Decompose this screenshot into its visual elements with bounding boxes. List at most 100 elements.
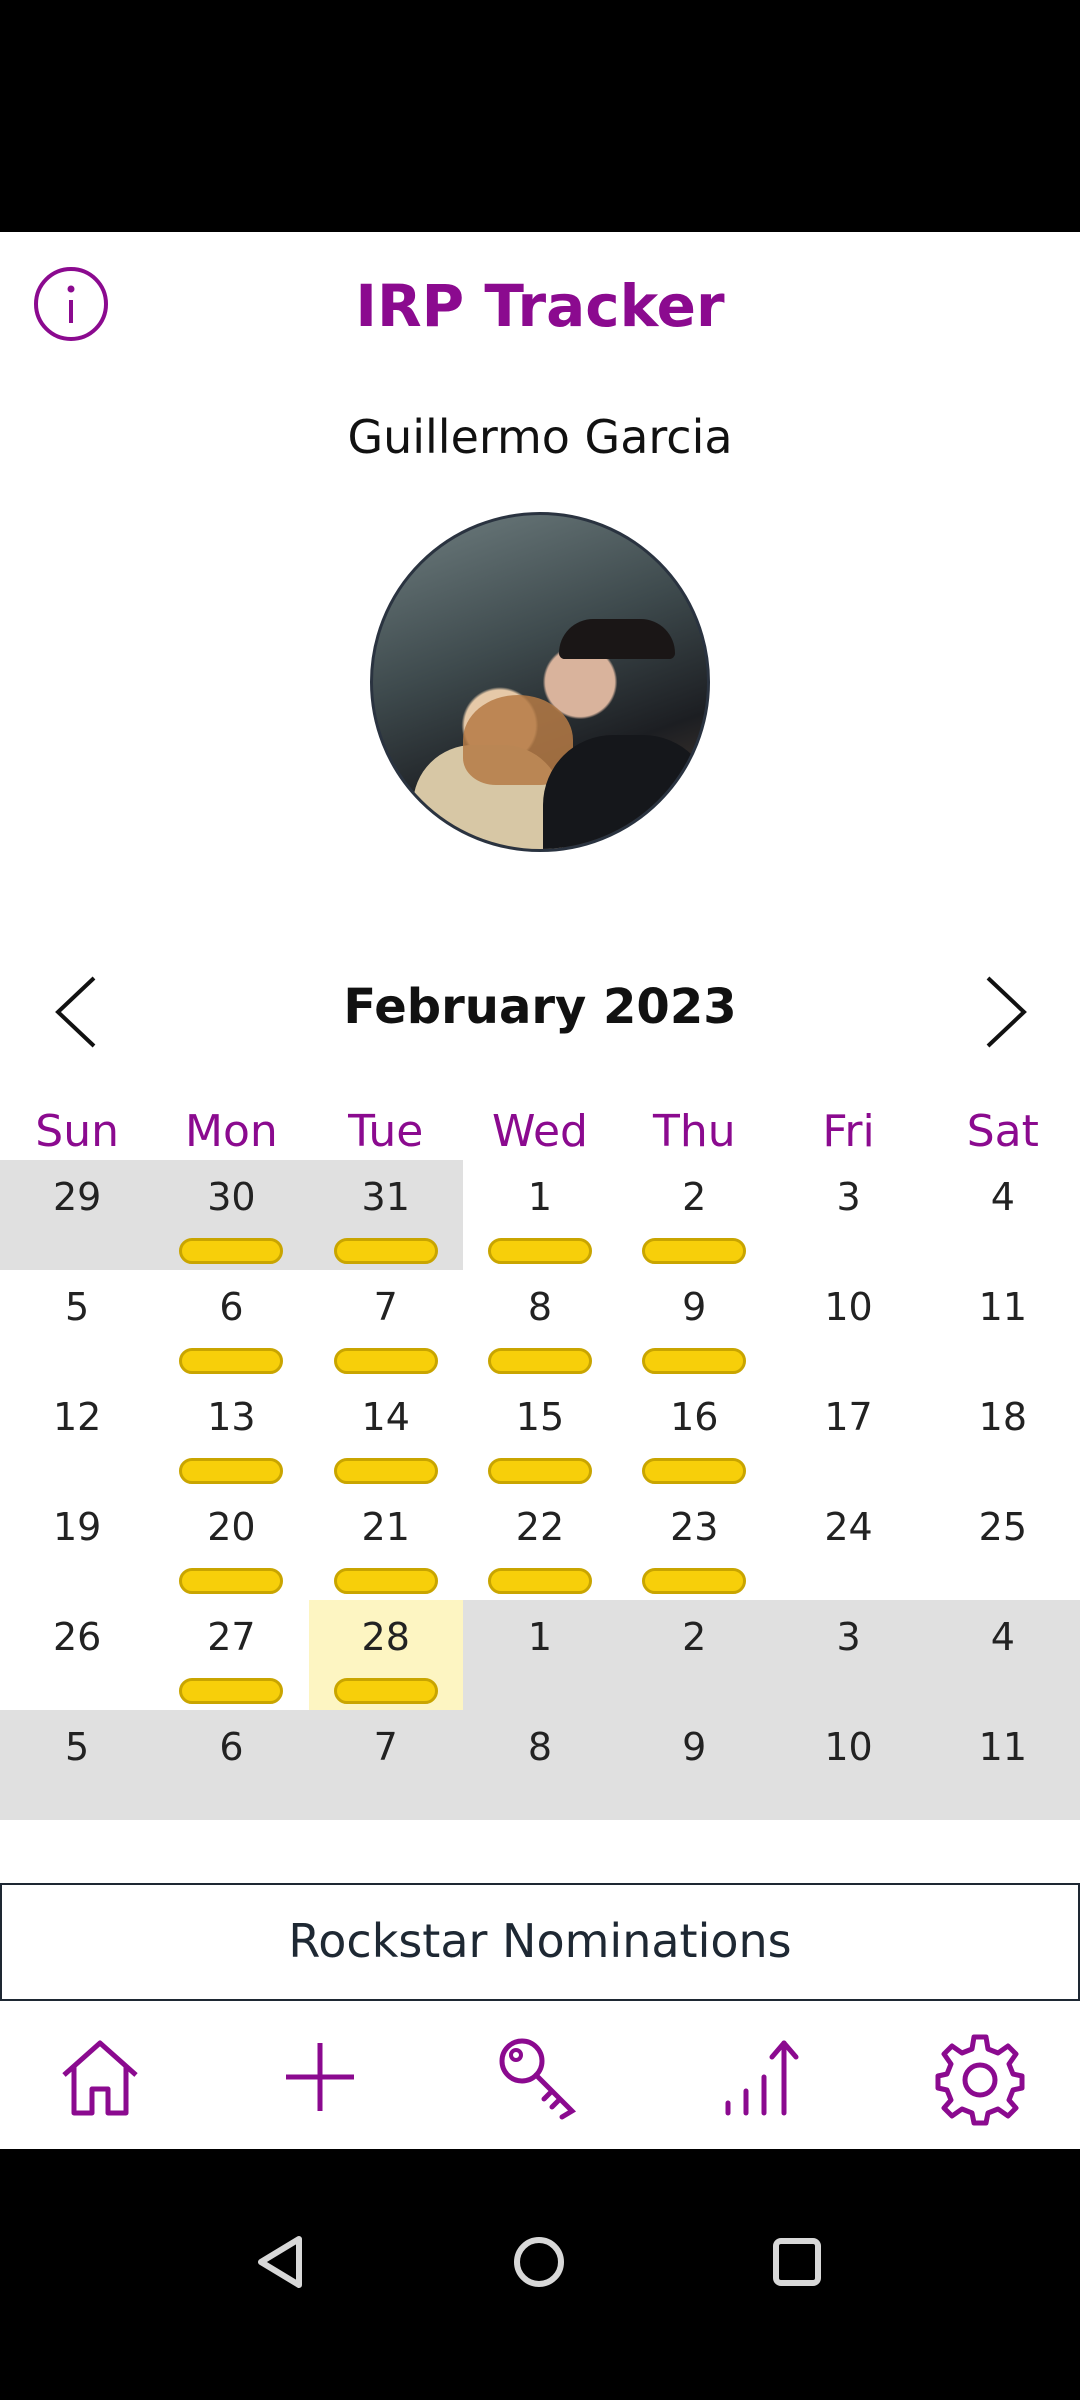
tab-add[interactable] <box>270 2027 370 2127</box>
calendar-day[interactable]: 6 <box>154 1270 309 1380</box>
calendar-day[interactable]: 11 <box>925 1270 1080 1380</box>
day-number: 11 <box>978 1725 1027 1769</box>
calendar-day[interactable]: 29 <box>0 1160 155 1270</box>
calendar-day[interactable]: 22 <box>462 1490 618 1600</box>
calendar-day[interactable]: 31 <box>308 1160 463 1270</box>
user-name: Guillermo Garcia <box>347 410 733 464</box>
calendar-day[interactable]: 14 <box>308 1380 463 1490</box>
home-icon <box>62 2040 138 2116</box>
day-number: 1 <box>527 1615 553 1659</box>
calendar-day[interactable]: 23 <box>617 1490 772 1600</box>
back-triangle-icon <box>258 2236 302 2288</box>
calendar-day[interactable]: 26 <box>0 1600 155 1710</box>
calendar-day[interactable]: 1 <box>462 1160 618 1270</box>
calendar-day[interactable]: 16 <box>617 1380 772 1490</box>
chart-icon <box>725 2040 799 2116</box>
calendar-day[interactable]: 7 <box>308 1710 463 1820</box>
day-number: 9 <box>682 1285 707 1329</box>
home-system-button[interactable] <box>504 2227 574 2297</box>
calendar-day[interactable]: 3 <box>771 1160 926 1270</box>
day-number: 8 <box>527 1725 553 1769</box>
calendar-day[interactable]: 9 <box>617 1270 772 1380</box>
calendar-week-row: 5 6 7 8 9 10 11 <box>0 1710 1080 1820</box>
calendar-day[interactable]: 18 <box>925 1380 1080 1490</box>
day-number: 5 <box>65 1285 90 1329</box>
day-number: 25 <box>978 1505 1027 1549</box>
calendar-day[interactable]: 2 <box>617 1160 772 1270</box>
calendar-day[interactable]: 7 <box>308 1270 463 1380</box>
calendar-day[interactable]: 17 <box>771 1380 926 1490</box>
avatar[interactable] <box>370 512 710 852</box>
calendar-day[interactable]: 15 <box>462 1380 618 1490</box>
entry-indicator <box>179 1348 284 1374</box>
day-number: 7 <box>373 1725 398 1769</box>
tab-stats[interactable] <box>710 2027 810 2127</box>
calendar-day[interactable]: 11 <box>925 1710 1080 1820</box>
calendar-day[interactable]: 1 <box>462 1600 618 1710</box>
day-number: 22 <box>515 1505 565 1549</box>
entry-indicator <box>333 1348 438 1374</box>
calendar-day[interactable]: 30 <box>154 1160 309 1270</box>
calendar-day[interactable]: 21 <box>308 1490 463 1600</box>
entry-indicator <box>333 1458 438 1484</box>
entry-indicator <box>179 1238 284 1264</box>
day-number: 21 <box>361 1505 410 1549</box>
calendar-day[interactable]: 4 <box>925 1160 1080 1270</box>
calendar-day[interactable]: 2 <box>617 1600 772 1710</box>
day-number: 24 <box>824 1505 873 1549</box>
day-number: 8 <box>527 1285 553 1329</box>
day-number: 30 <box>207 1175 256 1219</box>
day-number: 19 <box>52 1505 102 1549</box>
day-number: 20 <box>207 1505 256 1549</box>
day-number: 2 <box>682 1615 707 1659</box>
calendar-day[interactable]: 10 <box>771 1710 926 1820</box>
calendar-day[interactable]: 4 <box>925 1600 1080 1710</box>
calendar-day[interactable]: 20 <box>154 1490 309 1600</box>
tab-key[interactable] <box>490 2027 590 2127</box>
back-button[interactable] <box>247 2227 317 2297</box>
calendar-day[interactable]: 10 <box>771 1270 926 1380</box>
recents-button[interactable] <box>762 2227 832 2297</box>
calendar-day[interactable]: 24 <box>771 1490 926 1600</box>
day-number: 3 <box>836 1615 861 1659</box>
calendar-day[interactable]: 5 <box>0 1710 155 1820</box>
tab-home[interactable] <box>50 2027 150 2127</box>
calendar-day[interactable]: 5 <box>0 1270 155 1380</box>
calendar-day[interactable]: 3 <box>771 1600 926 1710</box>
calendar-day[interactable]: 6 <box>154 1710 309 1820</box>
calendar-day[interactable]: 8 <box>462 1270 618 1380</box>
calendar-day-today[interactable]: 28 <box>308 1600 463 1710</box>
plus-icon <box>286 2043 354 2111</box>
day-number: 26 <box>52 1615 102 1659</box>
calendar-day[interactable]: 19 <box>0 1490 155 1600</box>
photo-detail <box>543 735 707 849</box>
rockstar-nominations-button[interactable]: Rockstar Nominations <box>0 1883 1080 2001</box>
calendar-week-row: 12 13 14 15 16 17 18 <box>0 1380 1080 1490</box>
tab-settings[interactable] <box>930 2027 1030 2127</box>
next-month-button[interactable] <box>964 972 1044 1052</box>
day-number: 6 <box>219 1725 244 1769</box>
calendar-day[interactable]: 9 <box>617 1710 772 1820</box>
day-number: 28 <box>361 1615 410 1659</box>
calendar-day[interactable]: 25 <box>925 1490 1080 1600</box>
entry-indicator <box>642 1348 747 1374</box>
calendar-day[interactable]: 13 <box>154 1380 309 1490</box>
day-number: 12 <box>52 1395 102 1439</box>
key-icon <box>499 2038 577 2120</box>
calendar-day[interactable]: 27 <box>154 1600 309 1710</box>
day-number: 18 <box>978 1395 1027 1439</box>
calendar-day[interactable]: 8 <box>462 1710 618 1820</box>
entry-indicator <box>487 1238 592 1264</box>
entry-indicator <box>333 1568 438 1594</box>
entry-indicator <box>487 1458 592 1484</box>
day-number: 2 <box>682 1175 707 1219</box>
calendar-week-row: 19 20 21 22 23 24 25 <box>0 1490 1080 1600</box>
entry-indicator <box>642 1458 747 1484</box>
calendar-navigation: February 2023 <box>0 952 1080 1072</box>
system-navigation-bar <box>0 2149 1080 2400</box>
day-number: 7 <box>373 1285 398 1329</box>
entry-indicator <box>179 1458 284 1484</box>
day-number: 6 <box>219 1285 244 1329</box>
recents-square-icon <box>773 2238 821 2286</box>
calendar-day[interactable]: 12 <box>0 1380 155 1490</box>
